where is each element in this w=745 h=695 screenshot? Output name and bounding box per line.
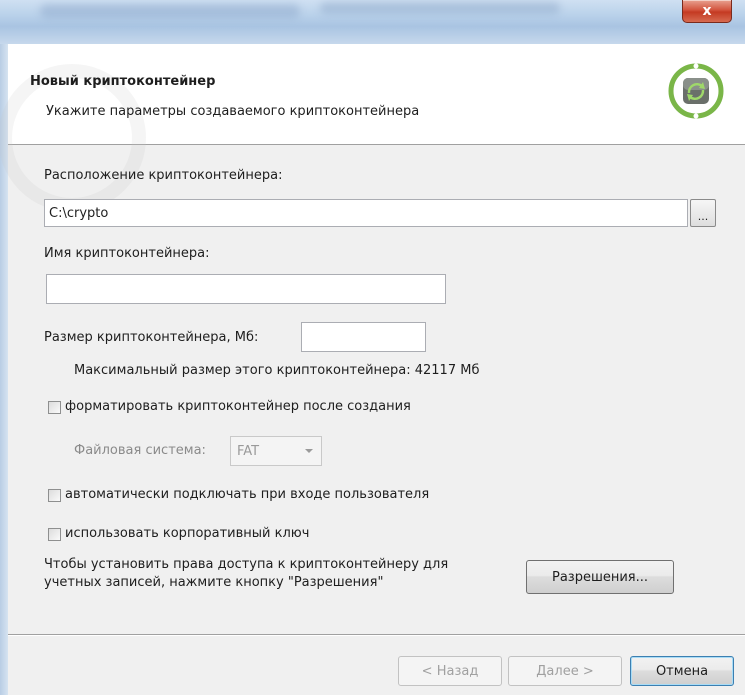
location-label: Расположение криптоконтейнера: — [44, 168, 283, 183]
title-bar-blur — [40, 4, 300, 18]
max-size-text: Максимальный размер этого криптоконтейне… — [74, 363, 480, 378]
filesystem-value: FAT — [237, 443, 260, 459]
autoconnect-checkbox[interactable] — [48, 489, 61, 502]
permissions-text-line1: Чтобы установить права доступа к крипток… — [44, 557, 449, 572]
back-button-label: < Назад — [421, 663, 479, 679]
cancel-button-label: Отмена — [655, 663, 709, 679]
page-title: Новый криптоконтейнер — [30, 74, 216, 89]
location-input[interactable] — [44, 199, 688, 227]
browse-button-label: ... — [697, 210, 709, 223]
title-bar-blur — [320, 2, 560, 14]
chevron-down-icon — [305, 449, 313, 453]
corporate-key-checkbox[interactable] — [48, 528, 61, 541]
size-input[interactable] — [301, 322, 426, 352]
permissions-text-line2: учетных записей, нажмите кнопку "Разреше… — [44, 575, 384, 590]
name-input[interactable] — [46, 274, 446, 304]
page-subtitle: Укажите параметры создаваемого криптокон… — [46, 104, 420, 119]
filesystem-label: Файловая система: — [74, 443, 206, 458]
autoconnect-label[interactable]: автоматически подключать при входе польз… — [65, 487, 429, 502]
corporate-key-label[interactable]: использовать корпоративный ключ — [65, 526, 309, 541]
cancel-button[interactable]: Отмена — [630, 656, 734, 686]
browse-button[interactable]: ... — [690, 199, 716, 227]
next-button[interactable]: Далее > — [508, 656, 622, 686]
title-bar[interactable]: x — [0, 0, 745, 44]
filesystem-select[interactable]: FAT — [230, 436, 322, 466]
next-button-label: Далее > — [536, 663, 594, 679]
permissions-button[interactable]: Разрешения... — [526, 560, 674, 594]
name-label: Имя криптоконтейнера: — [44, 246, 210, 261]
format-checkbox[interactable] — [48, 401, 61, 414]
sync-arrows-icon — [668, 63, 724, 119]
footer-divider — [8, 634, 745, 636]
permissions-button-label: Разрешения... — [551, 569, 649, 585]
format-label[interactable]: форматировать криптоконтейнер после созд… — [65, 399, 411, 414]
close-button[interactable]: x — [682, 0, 732, 23]
size-label: Размер криптоконтейнера, Мб: — [44, 330, 259, 345]
close-icon: x — [702, 3, 712, 19]
wizard-window: x Новый криптоконтейнер Укажите параметр… — [0, 0, 745, 695]
wizard-header: Новый криптоконтейнер Укажите параметры … — [0, 44, 745, 212]
back-button[interactable]: < Назад — [398, 656, 502, 686]
